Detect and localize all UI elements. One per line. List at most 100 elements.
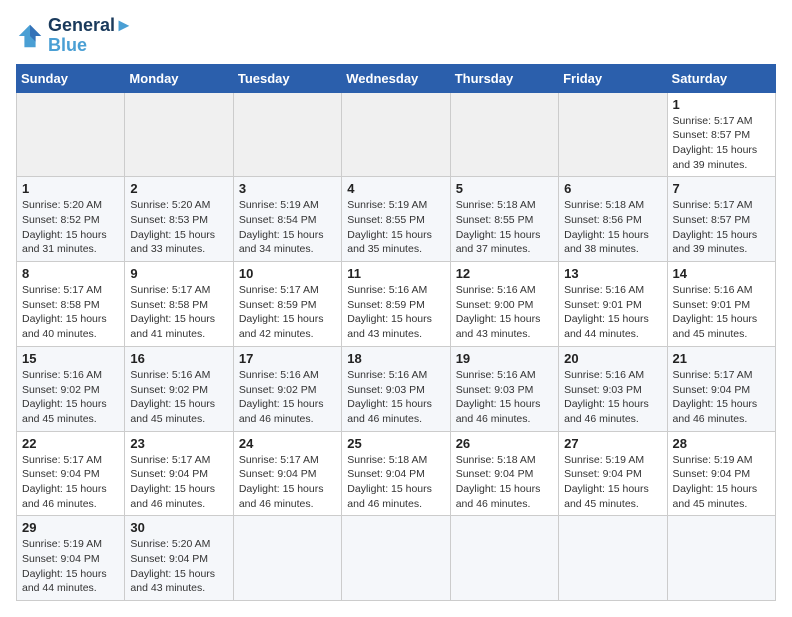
- day-info: Sunrise: 5:16 AMSunset: 9:01 PMDaylight:…: [673, 283, 770, 342]
- day-info: Sunrise: 5:17 AMSunset: 8:58 PMDaylight:…: [130, 283, 227, 342]
- day-info: Sunrise: 5:19 AMSunset: 9:04 PMDaylight:…: [564, 453, 661, 512]
- day-info: Sunrise: 5:19 AMSunset: 8:54 PMDaylight:…: [239, 198, 336, 257]
- day-cell: 12 Sunrise: 5:16 AMSunset: 9:00 PMDayligh…: [450, 262, 558, 347]
- day-cell: [17, 92, 125, 177]
- day-number: 14: [673, 266, 770, 281]
- day-cell: 3 Sunrise: 5:19 AMSunset: 8:54 PMDaylight…: [233, 177, 341, 262]
- header-monday: Monday: [125, 64, 233, 92]
- day-cell: 13Sunrise: 5:16 AMSunset: 9:01 PMDayligh…: [559, 262, 667, 347]
- day-number: 3: [239, 181, 336, 196]
- day-cell: [559, 92, 667, 177]
- day-cell: 1 Sunrise: 5:20 AMSunset: 8:52 PMDaylight…: [17, 177, 125, 262]
- day-cell: 14 Sunrise: 5:16 AMSunset: 9:01 PMDayligh…: [667, 262, 775, 347]
- day-cell: 11Sunrise: 5:16 AMSunset: 8:59 PMDayligh…: [342, 262, 450, 347]
- day-cell: 10Sunrise: 5:17 AMSunset: 8:59 PMDayligh…: [233, 262, 341, 347]
- logo-text: General► Blue: [48, 16, 133, 56]
- day-cell: [125, 92, 233, 177]
- day-number: 24: [239, 436, 336, 451]
- day-cell: 16Sunrise: 5:16 AMSunset: 9:02 PMDayligh…: [125, 346, 233, 431]
- day-cell: 28Sunrise: 5:19 AMSunset: 9:04 PMDayligh…: [667, 431, 775, 516]
- day-number: 1: [22, 181, 119, 196]
- day-number: 5: [456, 181, 553, 196]
- day-info: Sunrise: 5:18 AMSunset: 9:04 PMDaylight:…: [456, 453, 553, 512]
- day-cell: 8 Sunrise: 5:17 AMSunset: 8:58 PMDaylight…: [17, 262, 125, 347]
- day-info: Sunrise: 5:20 AMSunset: 8:53 PMDaylight:…: [130, 198, 227, 257]
- week-row-3: 15 Sunrise: 5:16 AMSunset: 9:02 PMDayligh…: [17, 346, 776, 431]
- week-row-0: 1 Sunrise: 5:17 AMSunset: 8:57 PMDaylight…: [17, 92, 776, 177]
- day-info: Sunrise: 5:18 AMSunset: 9:04 PMDaylight:…: [347, 453, 444, 512]
- header-thursday: Thursday: [450, 64, 558, 92]
- day-info: Sunrise: 5:16 AMSunset: 9:02 PMDaylight:…: [22, 368, 119, 427]
- page-header: General► Blue: [16, 16, 776, 56]
- day-info: Sunrise: 5:18 AMSunset: 8:55 PMDaylight:…: [456, 198, 553, 257]
- week-row-5: 29Sunrise: 5:19 AMSunset: 9:04 PMDayligh…: [17, 516, 776, 601]
- day-cell: 9 Sunrise: 5:17 AMSunset: 8:58 PMDaylight…: [125, 262, 233, 347]
- day-cell: [559, 516, 667, 601]
- day-cell: [450, 92, 558, 177]
- day-cell: 6 Sunrise: 5:18 AMSunset: 8:56 PMDaylight…: [559, 177, 667, 262]
- day-number: 6: [564, 181, 661, 196]
- day-cell: [233, 92, 341, 177]
- logo: General► Blue: [16, 16, 133, 56]
- header-saturday: Saturday: [667, 64, 775, 92]
- day-number: 12: [456, 266, 553, 281]
- day-cell: 22 Sunrise: 5:17 AMSunset: 9:04 PMDayligh…: [17, 431, 125, 516]
- day-info: Sunrise: 5:19 AMSunset: 9:04 PMDaylight:…: [673, 453, 770, 512]
- day-info: Sunrise: 5:17 AMSunset: 9:04 PMDaylight:…: [673, 368, 770, 427]
- day-cell: 1 Sunrise: 5:17 AMSunset: 8:57 PMDaylight…: [667, 92, 775, 177]
- day-number: 2: [130, 181, 227, 196]
- day-number: 21: [673, 351, 770, 366]
- day-cell: 30Sunrise: 5:20 AMSunset: 9:04 PMDayligh…: [125, 516, 233, 601]
- day-info: Sunrise: 5:17 AMSunset: 9:04 PMDaylight:…: [22, 453, 119, 512]
- calendar-table: SundayMondayTuesdayWednesdayThursdayFrid…: [16, 64, 776, 602]
- day-info: Sunrise: 5:17 AMSunset: 8:58 PMDaylight:…: [22, 283, 119, 342]
- week-row-4: 22 Sunrise: 5:17 AMSunset: 9:04 PMDayligh…: [17, 431, 776, 516]
- day-number: 8: [22, 266, 119, 281]
- day-number: 9: [130, 266, 227, 281]
- day-number: 27: [564, 436, 661, 451]
- day-cell: [450, 516, 558, 601]
- day-info: Sunrise: 5:20 AMSunset: 8:52 PMDaylight:…: [22, 198, 119, 257]
- day-number: 16: [130, 351, 227, 366]
- day-info: Sunrise: 5:17 AMSunset: 8:57 PMDaylight:…: [673, 114, 770, 173]
- day-number: 4: [347, 181, 444, 196]
- day-cell: 7Sunrise: 5:17 AMSunset: 8:57 PMDaylight…: [667, 177, 775, 262]
- day-info: Sunrise: 5:16 AMSunset: 9:03 PMDaylight:…: [456, 368, 553, 427]
- day-info: Sunrise: 5:16 AMSunset: 9:02 PMDaylight:…: [239, 368, 336, 427]
- day-cell: 19 Sunrise: 5:16 AMSunset: 9:03 PMDayligh…: [450, 346, 558, 431]
- header-wednesday: Wednesday: [342, 64, 450, 92]
- day-number: 19: [456, 351, 553, 366]
- header-tuesday: Tuesday: [233, 64, 341, 92]
- day-cell: 25 Sunrise: 5:18 AMSunset: 9:04 PMDayligh…: [342, 431, 450, 516]
- day-cell: 18Sunrise: 5:16 AMSunset: 9:03 PMDayligh…: [342, 346, 450, 431]
- day-number: 23: [130, 436, 227, 451]
- day-cell: 24 Sunrise: 5:17 AMSunset: 9:04 PMDayligh…: [233, 431, 341, 516]
- day-number: 11: [347, 266, 444, 281]
- header-row: SundayMondayTuesdayWednesdayThursdayFrid…: [17, 64, 776, 92]
- day-info: Sunrise: 5:16 AMSunset: 9:03 PMDaylight:…: [347, 368, 444, 427]
- day-info: Sunrise: 5:17 AMSunset: 8:57 PMDaylight:…: [673, 198, 770, 257]
- day-number: 1: [673, 97, 770, 112]
- day-number: 25: [347, 436, 444, 451]
- day-cell: 20Sunrise: 5:16 AMSunset: 9:03 PMDayligh…: [559, 346, 667, 431]
- day-cell: [667, 516, 775, 601]
- day-cell: [342, 516, 450, 601]
- day-number: 29: [22, 520, 119, 535]
- day-info: Sunrise: 5:17 AMSunset: 9:04 PMDaylight:…: [239, 453, 336, 512]
- day-number: 26: [456, 436, 553, 451]
- day-info: Sunrise: 5:17 AMSunset: 9:04 PMDaylight:…: [130, 453, 227, 512]
- day-number: 15: [22, 351, 119, 366]
- header-friday: Friday: [559, 64, 667, 92]
- day-cell: [342, 92, 450, 177]
- day-cell: [233, 516, 341, 601]
- day-info: Sunrise: 5:19 AMSunset: 8:55 PMDaylight:…: [347, 198, 444, 257]
- day-cell: 4 Sunrise: 5:19 AMSunset: 8:55 PMDaylight…: [342, 177, 450, 262]
- day-number: 22: [22, 436, 119, 451]
- day-info: Sunrise: 5:16 AMSunset: 9:00 PMDaylight:…: [456, 283, 553, 342]
- day-info: Sunrise: 5:18 AMSunset: 8:56 PMDaylight:…: [564, 198, 661, 257]
- day-cell: 15 Sunrise: 5:16 AMSunset: 9:02 PMDayligh…: [17, 346, 125, 431]
- week-row-2: 8 Sunrise: 5:17 AMSunset: 8:58 PMDaylight…: [17, 262, 776, 347]
- day-info: Sunrise: 5:16 AMSunset: 9:01 PMDaylight:…: [564, 283, 661, 342]
- day-info: Sunrise: 5:17 AMSunset: 8:59 PMDaylight:…: [239, 283, 336, 342]
- day-cell: 23 Sunrise: 5:17 AMSunset: 9:04 PMDayligh…: [125, 431, 233, 516]
